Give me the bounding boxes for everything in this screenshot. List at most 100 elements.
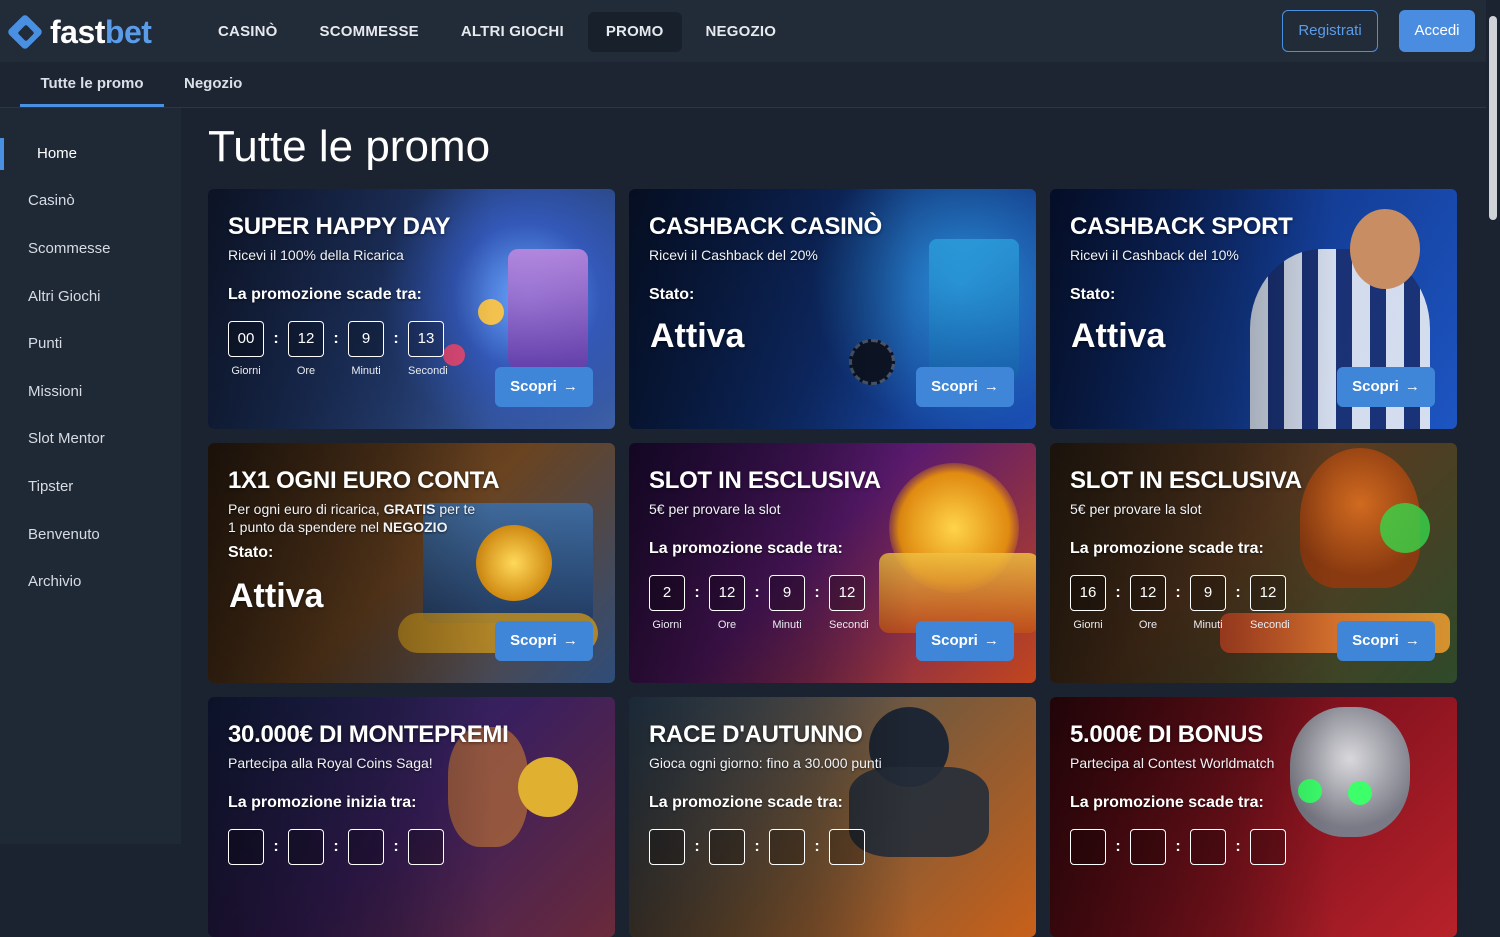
timer-minutes-label: Minuti [772, 619, 802, 631]
timer-hours: 12 [1130, 575, 1166, 611]
scopri-label: Scopri [510, 378, 557, 395]
nav-altri-giochi[interactable]: ALTRI GIOCHI [443, 12, 582, 52]
card-subtitle: Ricevi il Cashback del 10% [1070, 247, 1239, 263]
register-button[interactable]: Registrati [1282, 10, 1378, 52]
timer-hours-label: Ore [717, 619, 737, 631]
sidebar-item-archivio[interactable]: Archivio [28, 573, 81, 590]
scopri-label: Scopri [510, 632, 557, 649]
logo-icon [6, 13, 44, 50]
card-label: La promozione scade tra: [1070, 540, 1264, 557]
main-nav: CASINÒ SCOMMESSE ALTRI GIOCHI PROMO NEGO… [200, 12, 794, 52]
scopri-button[interactable]: Scopri → [495, 367, 593, 407]
timer-minutes-label: Minuti [351, 365, 381, 377]
promo-card-slot-esclusiva-phoenix[interactable]: SLOT IN ESCLUSIVA 5€ per provare la slot… [629, 443, 1036, 683]
timer-hours-label: Ore [1138, 619, 1158, 631]
sidebar-active-indicator [0, 138, 4, 170]
tab-tutte-le-promo[interactable]: Tutte le promo [20, 62, 164, 107]
scopri-button[interactable]: Scopri → [916, 367, 1014, 407]
arrow-right-icon: → [1404, 632, 1420, 649]
card-status: Attiva [1071, 317, 1166, 355]
sidebar-item-home[interactable]: Home [37, 145, 77, 162]
card-subtitle: Partecipa alla Royal Coins Saga! [228, 755, 433, 771]
card-title: CASHBACK CASINÒ [649, 213, 882, 240]
sidebar-item-scommesse[interactable]: Scommesse [28, 240, 111, 257]
arrow-right-icon: → [983, 632, 999, 649]
card-label: La promozione scade tra: [228, 286, 422, 303]
card-subtitle: Per ogni euro di ricarica, GRATIS per te… [228, 501, 476, 535]
sidebar-item-tipster[interactable]: Tipster [28, 478, 73, 495]
arrow-right-icon: → [562, 632, 578, 649]
card-label: La promozione inizia tra: [228, 794, 417, 811]
countdown-timer: : : : [649, 829, 865, 865]
countdown-timer: 16 Giorni : 12 Ore : 9 Minuti : 12 Secondi [1070, 575, 1290, 631]
page-title: Tutte le promo [208, 122, 491, 171]
timer-days-label: Giorni [652, 619, 682, 631]
timer-hours: 12 [709, 575, 745, 611]
scopri-label: Scopri [931, 378, 978, 395]
nav-casino[interactable]: CASINÒ [200, 12, 296, 52]
timer-minutes: 9 [348, 321, 384, 357]
arrow-right-icon: → [1404, 378, 1420, 395]
timer-days-label: Giorni [231, 365, 261, 377]
scopri-button[interactable]: Scopri → [1337, 621, 1435, 661]
countdown-timer: : : : [228, 829, 444, 865]
promo-card-montepremi[interactable]: 30.000€ DI MONTEPREMI Partecipa alla Roy… [208, 697, 615, 937]
promo-card-super-happy-day[interactable]: SUPER HAPPY DAY Ricevi il 100% della Ric… [208, 189, 615, 429]
card-title: SLOT IN ESCLUSIVA [649, 467, 881, 494]
card-label: Stato: [649, 286, 695, 303]
login-button[interactable]: Accedi [1399, 10, 1475, 52]
card-title: RACE D'AUTUNNO [649, 721, 863, 748]
logo[interactable]: fastbet [6, 13, 152, 51]
timer-seconds-label: Secondi [408, 365, 448, 377]
timer-minutes: 9 [1190, 575, 1226, 611]
promo-card-bonus-5000[interactable]: 5.000€ DI BONUS Partecipa al Contest Wor… [1050, 697, 1457, 937]
card-label: Stato: [228, 544, 274, 561]
card-subtitle: Partecipa al Contest Worldmatch [1070, 755, 1275, 771]
promo-card-cashback-sport[interactable]: CASHBACK SPORT Ricevi il Cashback del 10… [1050, 189, 1457, 429]
timer-days-label: Giorni [1073, 619, 1103, 631]
card-title: 30.000€ DI MONTEPREMI [228, 721, 509, 748]
card-status: Attiva [650, 317, 745, 355]
sidebar-item-altri-giochi[interactable]: Altri Giochi [28, 288, 101, 305]
tab-negozio[interactable]: Negozio [184, 62, 242, 107]
timer-seconds: 12 [1250, 575, 1286, 611]
card-subtitle: Gioca ogni giorno: fino a 30.000 punti [649, 755, 882, 771]
scrollbar-thumb[interactable] [1489, 16, 1497, 220]
scopri-label: Scopri [1352, 378, 1399, 395]
card-label: La promozione scade tra: [649, 540, 843, 557]
promo-card-race-autunno[interactable]: RACE D'AUTUNNO Gioca ogni giorno: fino a… [629, 697, 1036, 937]
sidebar-item-missioni[interactable]: Missioni [28, 383, 82, 400]
scopri-button[interactable]: Scopri → [916, 621, 1014, 661]
promo-card-cashback-casino[interactable]: CASHBACK CASINÒ Ricevi il Cashback del 2… [629, 189, 1036, 429]
card-label: Stato: [1070, 286, 1116, 303]
promo-card-ogni-euro-conta[interactable]: 1X1 OGNI EURO CONTA Per ogni euro di ric… [208, 443, 615, 683]
sidebar-item-slot-mentor[interactable]: Slot Mentor [28, 430, 105, 447]
timer-hours-label: Ore [296, 365, 316, 377]
promo-card-slot-esclusiva-pandemic[interactable]: SLOT IN ESCLUSIVA 5€ per provare la slot… [1050, 443, 1457, 683]
sub-nav: Tutte le promo Negozio [0, 62, 1486, 108]
card-title: 5.000€ DI BONUS [1070, 721, 1263, 748]
timer-seconds-label: Secondi [829, 619, 869, 631]
arrow-right-icon: → [562, 378, 578, 395]
sidebar-item-punti[interactable]: Punti [28, 335, 62, 352]
card-subtitle: Ricevi il Cashback del 20% [649, 247, 818, 263]
card-label: La promozione scade tra: [649, 794, 843, 811]
timer-days: 16 [1070, 575, 1106, 611]
countdown-timer: 2 Giorni : 12 Ore : 9 Minuti : 12 Secondi [649, 575, 869, 631]
scopri-button[interactable]: Scopri → [495, 621, 593, 661]
nav-promo[interactable]: PROMO [587, 12, 682, 52]
sidebar-item-casino[interactable]: Casinò [28, 192, 75, 209]
arrow-right-icon: → [983, 378, 999, 395]
timer-seconds: 12 [829, 575, 865, 611]
timer-days: 2 [649, 575, 685, 611]
sidebar-item-benvenuto[interactable]: Benvenuto [28, 526, 100, 543]
timer-hours: 12 [288, 321, 324, 357]
card-subtitle: Ricevi il 100% della Ricarica [228, 247, 404, 263]
logo-text-fast: fast [50, 14, 105, 50]
card-subtitle: 5€ per provare la slot [649, 501, 781, 517]
card-label: La promozione scade tra: [1070, 794, 1264, 811]
nav-negozio[interactable]: NEGOZIO [688, 12, 795, 52]
nav-scommesse[interactable]: SCOMMESSE [302, 12, 437, 52]
scopri-button[interactable]: Scopri → [1337, 367, 1435, 407]
scopri-label: Scopri [1352, 632, 1399, 649]
